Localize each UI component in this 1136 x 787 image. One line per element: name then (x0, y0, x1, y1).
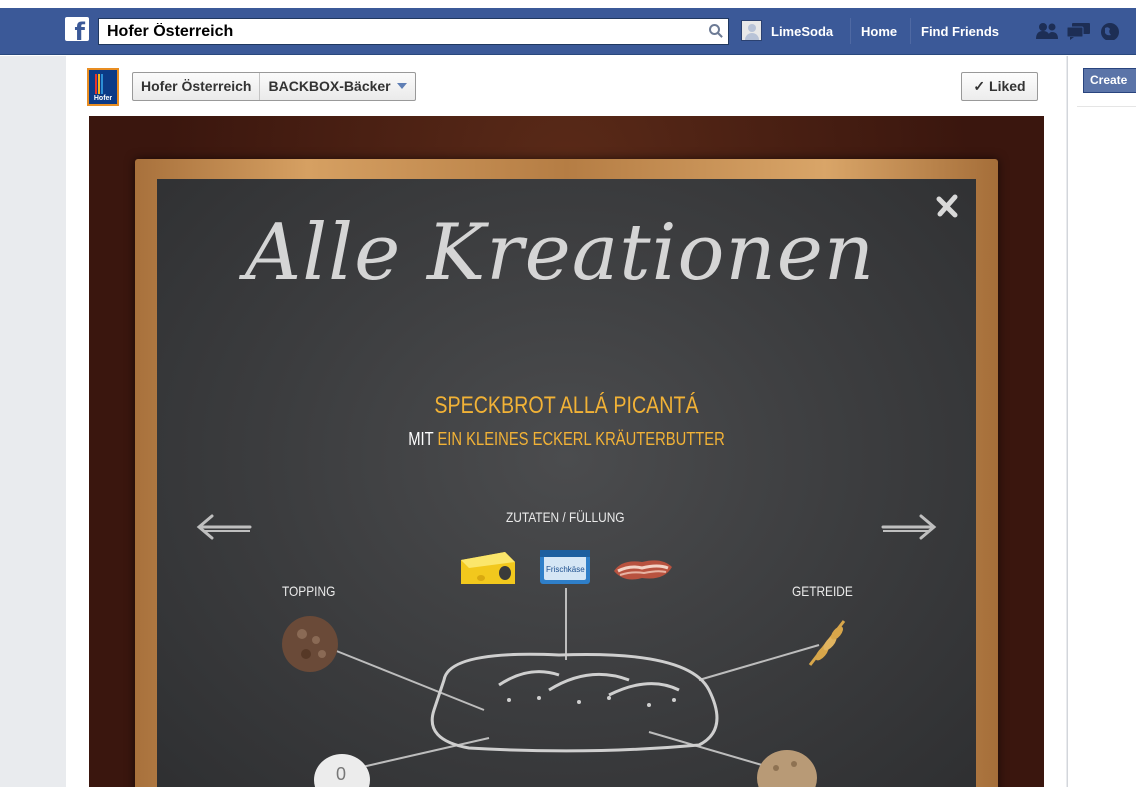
breadcrumb: Hofer Österreich BACKBOX-Bäcker (132, 72, 416, 101)
recipe-subline: MIT EIN KLEINES ECKERL KRÄUTERBUTTER (175, 429, 958, 450)
logo-brand-text: Hofer (93, 95, 113, 102)
avatar[interactable] (741, 20, 762, 41)
sidebar-divider (1077, 106, 1136, 107)
right-sidebar (1067, 56, 1136, 787)
recipe-headline: SPECKBROT ALLÁ PICANTÁ (434, 392, 699, 419)
create-button[interactable]: Create (1083, 68, 1136, 93)
nav-divider (910, 18, 911, 44)
subline-text: EIN KLEINES ECKERL KRÄUTERBUTTER (437, 429, 725, 449)
flour-icon[interactable]: 0 (312, 750, 372, 787)
search-box[interactable] (98, 18, 729, 45)
label-zutaten: ZUTATEN / FÜLLUNG (506, 509, 625, 525)
hofer-page-logo[interactable]: Hofer (87, 68, 119, 106)
frischkaese-text: Frischkäse (546, 565, 585, 574)
topping-icon[interactable] (280, 614, 340, 674)
chevron-down-icon (396, 83, 407, 89)
messages-icon[interactable] (1066, 22, 1092, 40)
previous-arrow-icon[interactable] (194, 512, 252, 542)
profile-link[interactable]: LimeSoda (771, 24, 833, 39)
dough-icon[interactable] (756, 748, 818, 787)
notifications-globe-icon[interactable] (1099, 22, 1121, 40)
liked-button[interactable]: ✓ Liked (961, 72, 1038, 101)
nav-divider (850, 18, 851, 44)
breadcrumb-app-dropdown[interactable]: BACKBOX-Bäcker (260, 73, 414, 100)
breadcrumb-page-link[interactable]: Hofer Österreich (133, 73, 261, 100)
home-link[interactable]: Home (861, 24, 897, 39)
page-title: Alle Kreationen (244, 208, 876, 298)
find-friends-link[interactable]: Find Friends (921, 24, 999, 39)
subline-prefix: MIT (408, 429, 434, 449)
svg-text:0: 0 (336, 764, 346, 784)
friend-requests-icon[interactable] (1035, 22, 1059, 40)
search-input[interactable] (107, 22, 697, 41)
next-arrow-icon[interactable] (881, 512, 939, 542)
chalk-lines (333, 588, 820, 771)
facebook-logo-icon[interactable]: f (65, 17, 89, 44)
grain-icon[interactable] (800, 617, 848, 669)
breadcrumb-app-label: BACKBOX-Bäcker (268, 78, 391, 94)
search-icon[interactable] (709, 24, 720, 35)
